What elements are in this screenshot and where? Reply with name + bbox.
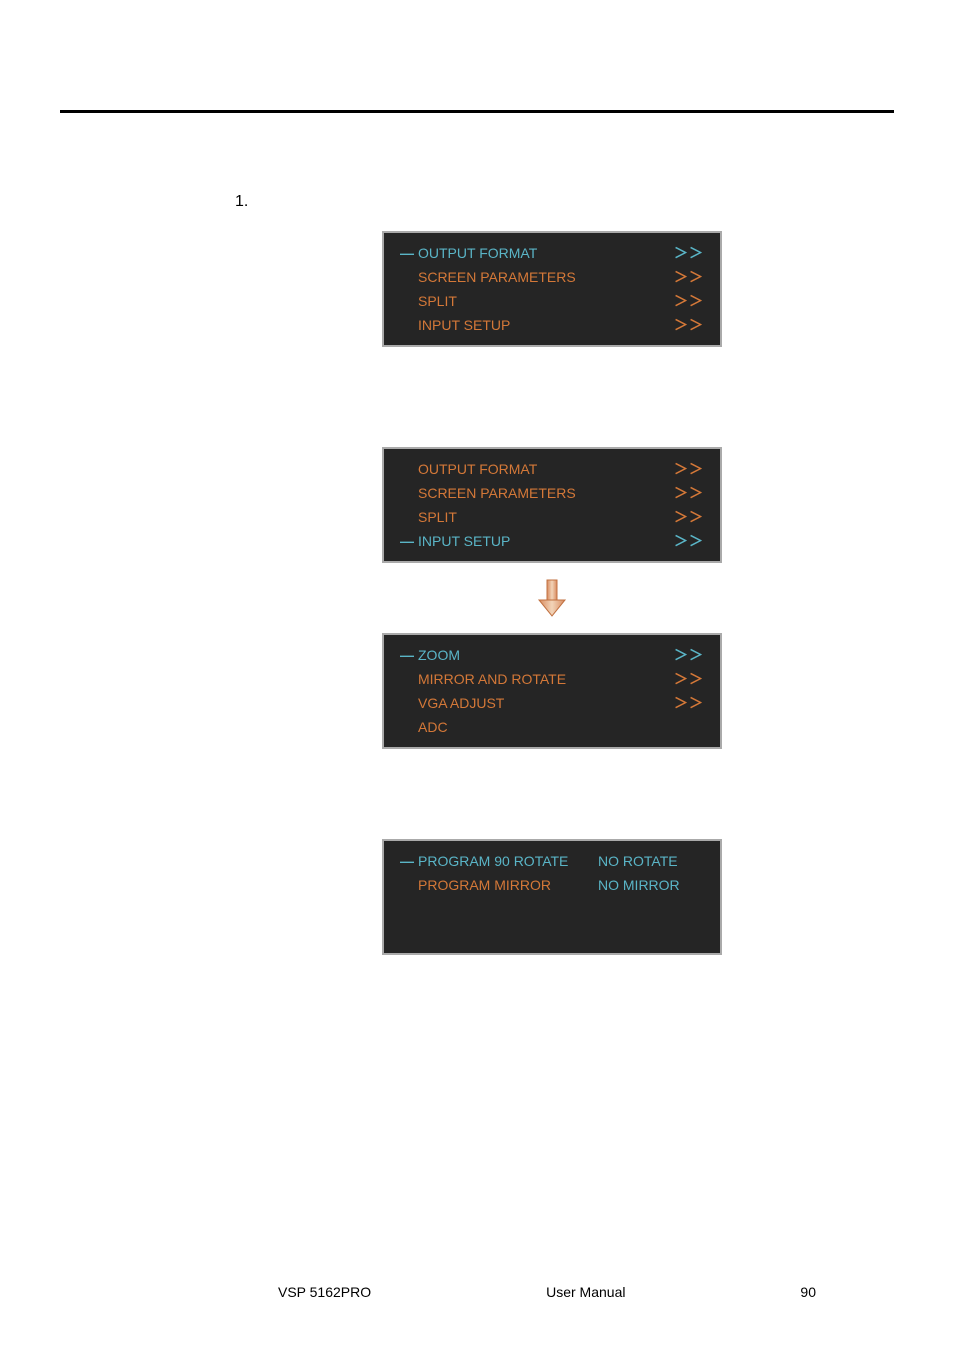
menu-arrow-icon: ＞＞: [674, 459, 704, 479]
horizontal-rule: [60, 110, 894, 113]
menu-label: INPUT SETUP: [418, 317, 674, 333]
menu-label: SPLIT: [418, 509, 674, 525]
menu-item[interactable]: PROGRAM MIRROR NO MIRROR: [400, 873, 704, 897]
menu-item[interactable]: — OUTPUT FORMAT ＞＞: [400, 241, 704, 265]
menu-arrow-icon: ＞＞: [674, 315, 704, 335]
menu-arrow-icon: ＞＞: [674, 531, 704, 551]
menu-item[interactable]: INPUT SETUP ＞＞: [400, 313, 704, 337]
menu-item[interactable]: SCREEN PARAMETERS ＞＞: [400, 481, 704, 505]
selection-marker: —: [400, 647, 418, 663]
menu-item-empty: [400, 921, 704, 945]
menu-item[interactable]: SPLIT ＞＞: [400, 289, 704, 313]
menu-arrow-icon: ＞＞: [674, 669, 704, 689]
menu-label: ADC: [418, 719, 704, 735]
selection-marker: —: [400, 245, 418, 261]
menu-item[interactable]: SPLIT ＞＞: [400, 505, 704, 529]
menu-label: SCREEN PARAMETERS: [418, 269, 674, 285]
menu-item[interactable]: VGA ADJUST ＞＞: [400, 691, 704, 715]
footer-doc-type: User Manual: [546, 1284, 625, 1300]
menu-label: OUTPUT FORMAT: [418, 245, 674, 261]
menu-value: NO MIRROR: [598, 877, 680, 893]
menu-item[interactable]: SCREEN PARAMETERS ＞＞: [400, 265, 704, 289]
menu-arrow-icon: ＞＞: [674, 267, 704, 287]
menu-item-empty: [400, 897, 704, 921]
selection-marker: —: [400, 533, 418, 549]
menu-box-1: — OUTPUT FORMAT ＞＞ SCREEN PARAMETERS ＞＞ …: [382, 231, 722, 347]
menu-item[interactable]: — ZOOM ＞＞: [400, 643, 704, 667]
menu-arrow-icon: ＞＞: [674, 291, 704, 311]
menu-arrow-icon: ＞＞: [674, 645, 704, 665]
list-number: 1.: [235, 193, 248, 211]
menu-arrow-icon: ＞＞: [674, 483, 704, 503]
menu-arrow-icon: ＞＞: [674, 243, 704, 263]
menu-arrow-icon: ＞＞: [674, 507, 704, 527]
menu-box-4: — PROGRAM 90 ROTATE NO ROTATE PROGRAM MI…: [382, 839, 722, 955]
down-arrow-icon: [382, 563, 722, 633]
menu-label: OUTPUT FORMAT: [418, 461, 674, 477]
menu-item[interactable]: — INPUT SETUP ＞＞: [400, 529, 704, 553]
menu-value: NO ROTATE: [598, 853, 678, 869]
menu-label: ZOOM: [418, 647, 674, 663]
menu-label: PROGRAM 90 ROTATE: [418, 853, 598, 869]
menu-label: VGA ADJUST: [418, 695, 674, 711]
footer-page-number: 90: [800, 1284, 816, 1300]
footer-product: VSP 5162PRO: [278, 1284, 371, 1300]
menu-label: PROGRAM MIRROR: [418, 877, 598, 893]
menu-item[interactable]: OUTPUT FORMAT ＞＞: [400, 457, 704, 481]
menu-label: MIRROR AND ROTATE: [418, 671, 674, 687]
selection-marker: —: [400, 853, 418, 869]
menu-box-3: — ZOOM ＞＞ MIRROR AND ROTATE ＞＞ VGA ADJUS…: [382, 633, 722, 749]
menu-arrow-icon: ＞＞: [674, 693, 704, 713]
menu-label: SCREEN PARAMETERS: [418, 485, 674, 501]
menu-item[interactable]: MIRROR AND ROTATE ＞＞: [400, 667, 704, 691]
menu-item[interactable]: ADC: [400, 715, 704, 739]
menu-label: INPUT SETUP: [418, 533, 674, 549]
menu-label: SPLIT: [418, 293, 674, 309]
footer: VSP 5162PRO User Manual 90: [0, 1284, 954, 1300]
menu-box-2: OUTPUT FORMAT ＞＞ SCREEN PARAMETERS ＞＞ SP…: [382, 447, 722, 563]
menu-item[interactable]: — PROGRAM 90 ROTATE NO ROTATE: [400, 849, 704, 873]
